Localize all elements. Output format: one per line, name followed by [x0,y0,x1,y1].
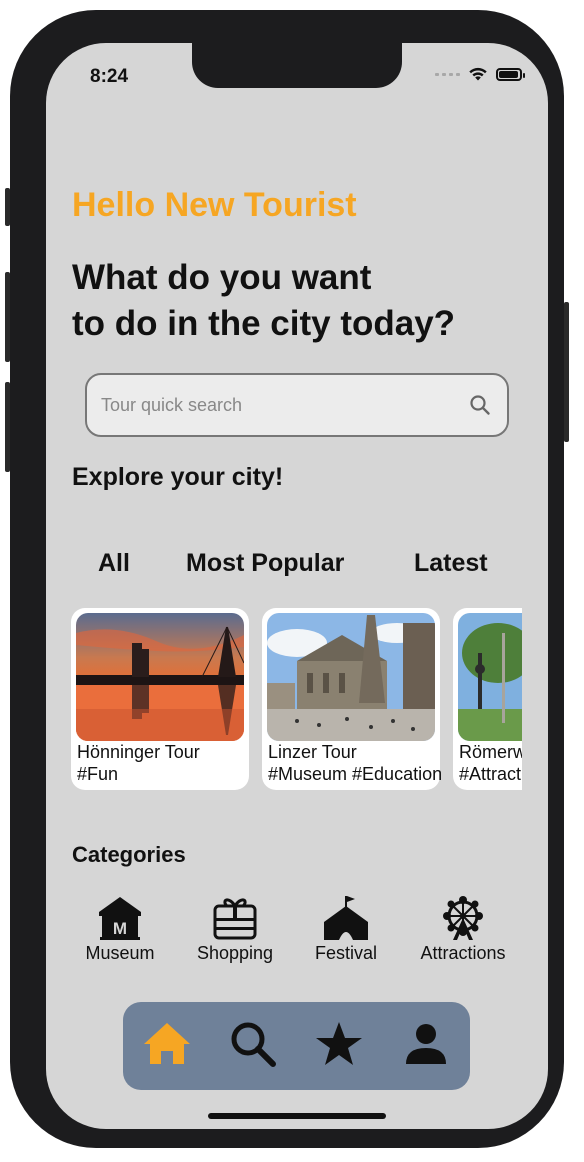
tour-title: Hönninger Tour [77,742,200,762]
tour-card[interactable]: Römerweg #Attractions [453,608,522,790]
svg-text:M: M [113,919,127,938]
category-attractions[interactable]: Attractions [413,896,513,964]
category-label: Museum [85,943,155,963]
category-label: Attractions [420,943,506,963]
status-time: 8:24 [90,66,129,87]
star-icon [316,1022,362,1065]
tour-card[interactable]: Hönninger Tour #Fun [71,608,249,790]
search-icon[interactable] [469,394,491,416]
tour-carousel[interactable]: Hönninger Tour #Fun Linzer Tour #Museum … [71,608,522,792]
search-input[interactable] [101,375,461,435]
home-icon [144,1023,190,1064]
ferris-wheel-icon [443,896,483,940]
headline: What do you want to do in the city today… [72,255,455,347]
tour-image-park [458,613,522,741]
category-label: Shopping [196,943,274,963]
wifi-icon [469,67,487,81]
person-icon [406,1024,446,1064]
tour-tags: #Attractions [459,764,522,784]
battery-icon [496,68,525,81]
museum-icon: M [99,897,141,940]
greeting: Hello New Tourist [72,186,357,224]
tour-tags: #Fun [77,764,119,784]
bottom-tab-bar [123,1002,470,1090]
tab-all[interactable]: All [98,549,130,578]
tour-tags: #Museum #Education [268,764,443,784]
signal-dots-icon [435,73,460,76]
volume-up-button [5,272,10,362]
tab-profile[interactable] [404,1022,448,1071]
category-shopping[interactable]: Shopping [185,896,285,964]
festival-tent-icon [324,896,368,940]
tour-title: Linzer Tour [268,742,357,762]
status-icons [435,67,525,82]
search-icon [231,1022,276,1067]
notch [192,43,402,88]
category-label: Festival [314,943,377,963]
home-indicator[interactable] [208,1113,386,1119]
gift-card-icon [213,898,257,940]
headline-line-1: What do you want [72,258,372,297]
tour-title: Römerweg [459,742,522,762]
tab-most-popular[interactable]: Most Popular [186,549,344,578]
category-festival[interactable]: Festival [296,896,396,964]
tour-image-cathedral [267,613,435,741]
tab-favorites[interactable] [315,1020,363,1073]
tab-latest[interactable]: Latest [414,549,488,578]
categories-title: Categories [72,842,186,867]
app-screen: 8:24 Hello New Tourist What do you want … [46,43,548,1129]
power-button [564,302,569,442]
tab-search[interactable] [229,1020,277,1073]
explore-title: Explore your city! [72,463,284,491]
tab-home[interactable] [142,1020,192,1071]
phone-frame: 8:24 Hello New Tourist What do you want … [5,10,569,1148]
category-museum[interactable]: M Museum [70,896,170,964]
tour-card[interactable]: Linzer Tour #Museum #Education [262,608,443,790]
volume-down-button [5,382,10,472]
tour-image-sunset-skyline [76,613,244,741]
mute-switch [5,188,10,226]
search-box[interactable] [85,373,509,437]
headline-line-2: to do in the city today? [72,304,456,343]
